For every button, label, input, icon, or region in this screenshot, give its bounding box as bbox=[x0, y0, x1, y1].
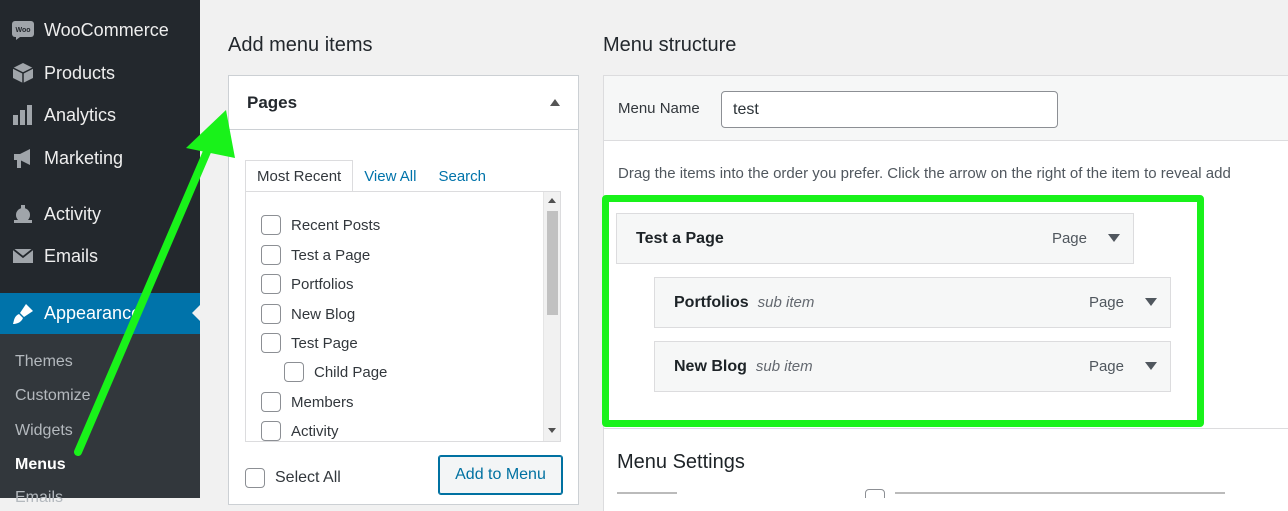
submenu-widgets[interactable]: Widgets bbox=[15, 422, 73, 440]
menu-settings-row bbox=[603, 489, 1288, 498]
bar-chart-icon bbox=[10, 102, 36, 128]
submenu-customize[interactable]: Customize bbox=[15, 387, 91, 405]
add-menu-items-heading: Add menu items bbox=[228, 34, 373, 56]
list-item[interactable]: New Blog bbox=[261, 303, 355, 325]
tab-most-recent[interactable]: Most Recent bbox=[245, 160, 354, 192]
submenu-menus[interactable]: Menus bbox=[15, 456, 66, 474]
tab-view-all[interactable]: View All bbox=[353, 160, 427, 192]
sidebar-item-products[interactable]: Products bbox=[0, 53, 200, 93]
select-all-label: Select All bbox=[275, 469, 341, 486]
submenu-themes[interactable]: Themes bbox=[15, 353, 73, 371]
divider bbox=[603, 428, 1288, 429]
sidebar-item-label: Activity bbox=[44, 203, 102, 224]
appearance-submenu: Themes Customize Widgets Menus Emails bbox=[0, 334, 200, 506]
pages-accordion-header[interactable]: Pages bbox=[229, 76, 578, 130]
envelope-icon bbox=[10, 243, 36, 269]
checkbox[interactable] bbox=[261, 245, 281, 265]
checkbox[interactable] bbox=[261, 215, 281, 235]
scroll-down-icon[interactable] bbox=[548, 428, 556, 433]
menu-structure-heading: Menu structure bbox=[603, 34, 737, 56]
checkbox[interactable] bbox=[261, 304, 281, 324]
checkbox[interactable] bbox=[261, 274, 281, 294]
pages-checklist: Recent Posts Test a Page Portfolios New … bbox=[245, 191, 561, 442]
scroll-thumb[interactable] bbox=[547, 211, 558, 315]
list-item[interactable]: Members bbox=[261, 391, 354, 413]
sidebar-item-emails[interactable]: Emails bbox=[0, 236, 200, 276]
tab-search[interactable]: Search bbox=[427, 160, 497, 192]
svg-text:Woo: Woo bbox=[15, 27, 30, 34]
sidebar-item-label: WooCommerce bbox=[44, 19, 169, 40]
submenu-emails[interactable]: Emails bbox=[15, 489, 63, 507]
sidebar-item-label: Emails bbox=[44, 245, 99, 266]
box-icon bbox=[10, 60, 36, 86]
sidebar-item-analytics[interactable]: Analytics bbox=[0, 95, 200, 135]
admin-sidebar: Woo WooCommerce Products Analytics Marke… bbox=[0, 0, 200, 506]
megaphone-icon bbox=[10, 145, 36, 171]
list-item[interactable]: Portfolios bbox=[261, 273, 354, 295]
checkbox[interactable] bbox=[284, 362, 304, 382]
select-all-checkbox[interactable] bbox=[245, 468, 265, 488]
checkbox[interactable] bbox=[261, 392, 281, 412]
sidebar-item-marketing[interactable]: Marketing bbox=[0, 138, 200, 178]
activity-icon bbox=[10, 201, 36, 227]
pages-title: Pages bbox=[247, 92, 298, 112]
sidebar-item-label: Analytics bbox=[44, 104, 117, 125]
woo-icon: Woo bbox=[10, 17, 36, 43]
add-to-menu-button[interactable]: Add to Menu bbox=[438, 455, 563, 495]
scrollbar[interactable] bbox=[543, 192, 560, 441]
drag-instructions: Drag the items into the order you prefer… bbox=[618, 165, 1231, 182]
list-item-label: Activity bbox=[291, 422, 339, 440]
paintbrush-icon bbox=[10, 301, 36, 327]
list-item[interactable]: Recent Posts bbox=[261, 214, 380, 236]
list-item-label: Members bbox=[291, 393, 354, 411]
checkbox[interactable] bbox=[261, 333, 281, 353]
sidebar-item-label: Marketing bbox=[44, 147, 124, 168]
list-item-label: Child Page bbox=[314, 363, 388, 381]
sidebar-item-activity[interactable]: Activity bbox=[0, 194, 200, 234]
sidebar-item-appearance[interactable]: Appearance bbox=[0, 293, 200, 334]
list-item-label: Portfolios bbox=[291, 275, 354, 293]
list-item[interactable]: Child Page bbox=[284, 361, 387, 383]
select-all[interactable]: Select All bbox=[245, 468, 341, 488]
collapse-arrow-icon[interactable] bbox=[550, 99, 560, 106]
highlight-box bbox=[602, 195, 1204, 427]
list-item-label: New Blog bbox=[291, 305, 356, 323]
scroll-up-icon[interactable] bbox=[548, 198, 556, 203]
sidebar-item-label: Products bbox=[44, 62, 116, 83]
checkbox[interactable] bbox=[261, 421, 281, 441]
pages-tabs: Most Recent View All Search bbox=[245, 160, 497, 192]
menu-name-label: Menu Name bbox=[618, 100, 700, 117]
list-item-label: Test Page bbox=[291, 334, 358, 352]
pages-accordion: Pages Most Recent View All Search Recent… bbox=[228, 75, 579, 505]
list-item[interactable]: Test a Page bbox=[261, 244, 370, 266]
list-item-label: Recent Posts bbox=[291, 216, 381, 234]
sidebar-item-label: Appearance bbox=[44, 303, 142, 323]
menu-name-input[interactable] bbox=[721, 91, 1058, 128]
menu-name-bar: Menu Name bbox=[603, 75, 1288, 141]
checkbox[interactable] bbox=[865, 489, 885, 498]
sidebar-item-woocommerce[interactable]: Woo WooCommerce bbox=[0, 10, 200, 50]
list-item[interactable]: Activity bbox=[261, 420, 339, 441]
list-item[interactable]: Test Page bbox=[261, 332, 358, 354]
list-item-label: Test a Page bbox=[291, 246, 371, 264]
menu-settings-heading: Menu Settings bbox=[617, 451, 745, 473]
